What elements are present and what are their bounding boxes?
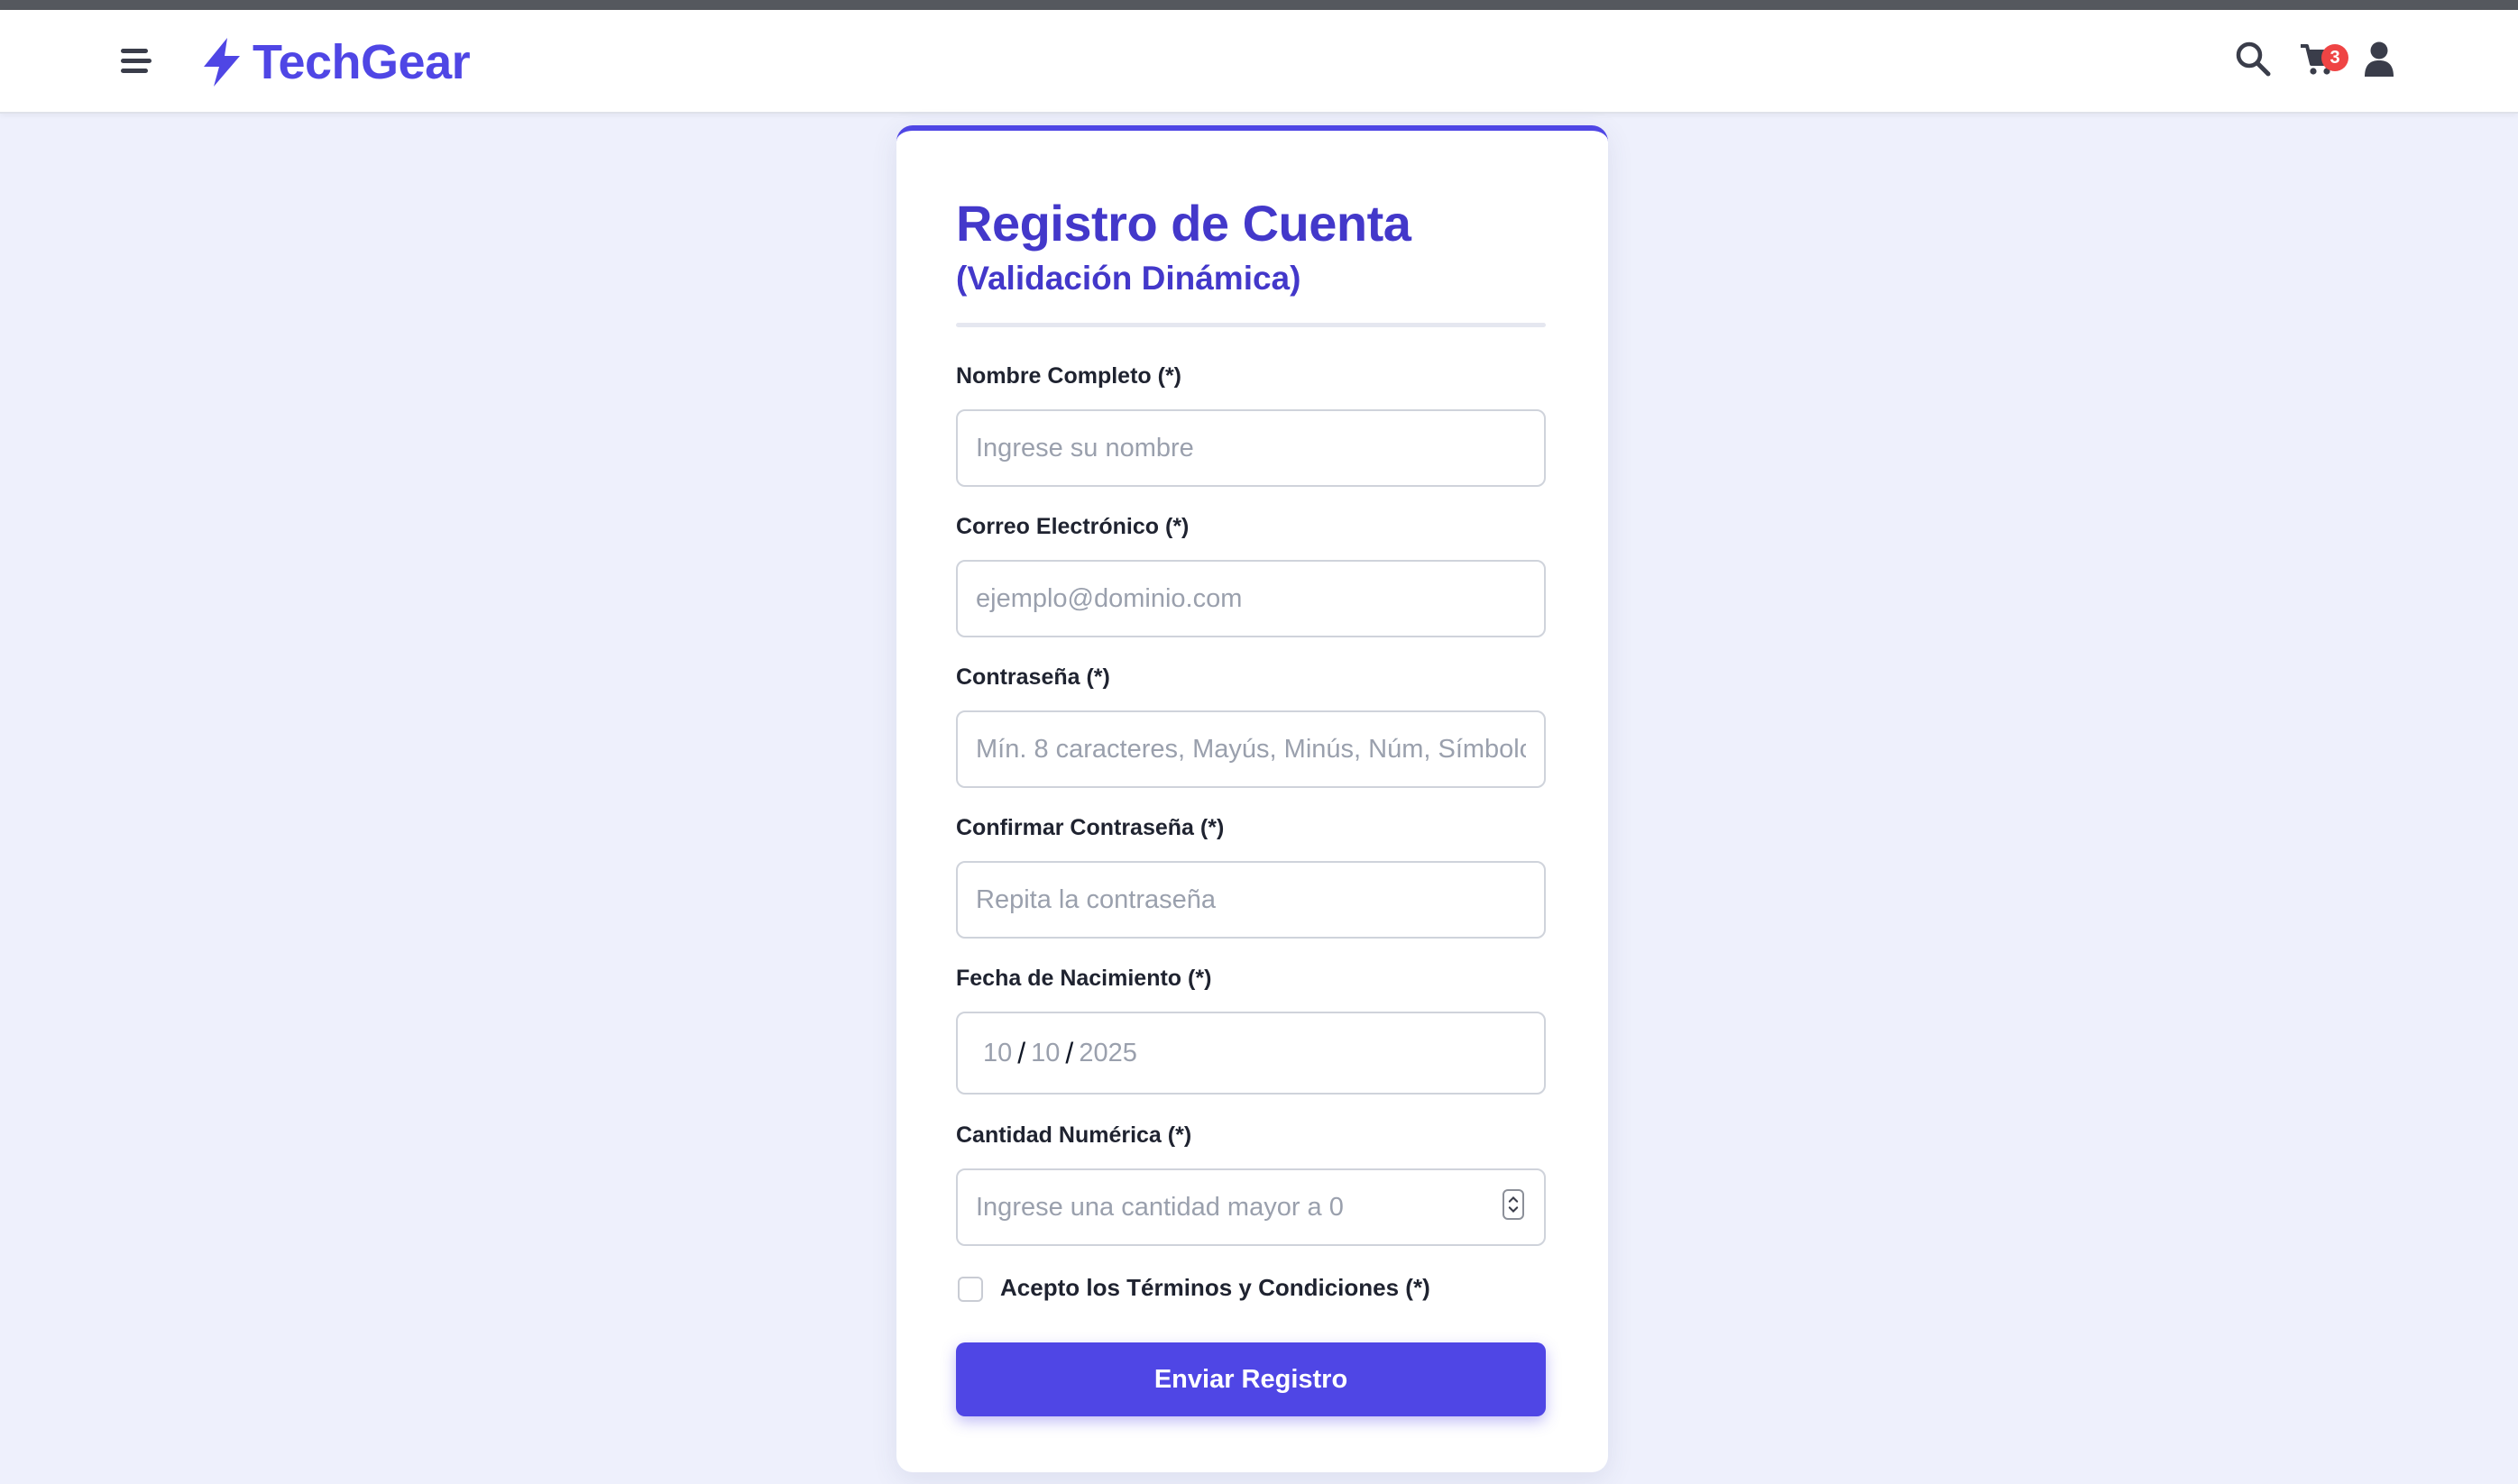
- brand-name: TechGear: [253, 35, 471, 89]
- cart-count-badge: 3: [2321, 44, 2348, 71]
- menu-icon[interactable]: [119, 46, 155, 77]
- birthdate-month[interactable]: 10: [1031, 1039, 1060, 1068]
- birthdate-year[interactable]: 2025: [1079, 1039, 1137, 1068]
- confirm-password-field[interactable]: [956, 861, 1546, 939]
- browser-top-strip: [0, 0, 2518, 10]
- stepper-arrows-icon[interactable]: [1503, 1189, 1524, 1220]
- birthdate-label: Fecha de Nacimiento (*): [956, 966, 1212, 991]
- brand-logo[interactable]: TechGear: [200, 33, 471, 91]
- user-icon[interactable]: [2363, 41, 2395, 77]
- page-subtitle: (Validación Dinámica): [956, 260, 1301, 297]
- password-field[interactable]: [956, 710, 1546, 788]
- top-navbar: TechGear 3: [0, 10, 2518, 114]
- email-label: Correo Electrónico (*): [956, 514, 1190, 539]
- birthdate-day[interactable]: 10: [983, 1039, 1012, 1068]
- submit-button[interactable]: Enviar Registro: [956, 1342, 1546, 1416]
- quantity-label: Cantidad Numérica (*): [956, 1122, 1192, 1148]
- date-separator: /: [1065, 1036, 1074, 1069]
- title-divider: [956, 323, 1546, 327]
- page-title: Registro de Cuenta: [956, 195, 1411, 252]
- registration-card: Registro de Cuenta (Validación Dinámica)…: [896, 125, 1608, 1472]
- lightning-bolt-icon: [204, 38, 240, 87]
- date-separator: /: [1017, 1036, 1026, 1069]
- email-field[interactable]: [956, 560, 1546, 637]
- name-field[interactable]: [956, 409, 1546, 487]
- quantity-stepper[interactable]: [956, 1168, 1546, 1246]
- birthdate-field[interactable]: 10 / 10 / 2025: [956, 1012, 1546, 1095]
- password-label: Contraseña (*): [956, 664, 1110, 690]
- terms-label[interactable]: Acepto los Términos y Condiciones (*): [1000, 1274, 1430, 1302]
- name-label: Nombre Completo (*): [956, 363, 1181, 389]
- terms-checkbox[interactable]: [958, 1277, 983, 1302]
- confirm-password-label: Confirmar Contraseña (*): [956, 815, 1225, 840]
- search-icon[interactable]: [2235, 41, 2271, 77]
